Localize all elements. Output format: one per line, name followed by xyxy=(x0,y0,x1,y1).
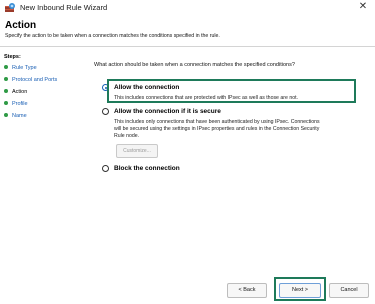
page-title: Action xyxy=(5,20,37,31)
step-label: Profile xyxy=(12,101,28,107)
step-indicator-dot xyxy=(4,112,8,117)
step-indicator-dot xyxy=(4,100,8,105)
steps-panel: Steps: Rule Type Protocol and Ports Acti… xyxy=(0,47,90,304)
step-protocol-ports[interactable]: Protocol and Ports xyxy=(4,75,57,85)
page-header: Action Specify the action to be taken wh… xyxy=(0,18,375,46)
description-line: Rule node. xyxy=(114,133,140,139)
step-indicator-dot xyxy=(4,88,8,93)
step-label: Action xyxy=(12,89,28,95)
radio-allow-if-secure[interactable] xyxy=(102,108,109,115)
step-indicator-dot xyxy=(4,76,8,81)
customize-button[interactable]: Customize... xyxy=(116,144,158,158)
description-line: This includes only connections that have… xyxy=(114,119,320,125)
option-label: Allow the connection if it is secure xyxy=(114,108,221,115)
page-subtitle: Specify the action to be taken when a co… xyxy=(5,33,220,39)
step-rule-type[interactable]: Rule Type xyxy=(4,63,37,73)
close-icon[interactable]: ✕ xyxy=(357,1,369,12)
option-label: Block the connection xyxy=(114,165,180,172)
step-label: Protocol and Ports xyxy=(12,77,58,83)
question-text: What action should be taken when a conne… xyxy=(94,62,295,68)
step-indicator-dot xyxy=(4,64,8,69)
back-button[interactable]: < Back xyxy=(227,283,267,298)
highlight-allow-connection xyxy=(107,79,356,103)
step-label: Name xyxy=(12,113,27,119)
step-label: Rule Type xyxy=(12,65,37,71)
main-content: What action should be taken when a conne… xyxy=(90,47,375,304)
option-description: This includes only connections that have… xyxy=(114,119,354,140)
step-profile[interactable]: Profile xyxy=(4,99,28,109)
step-action[interactable]: Action xyxy=(4,87,27,97)
description-line: will be secured using the settings in IP… xyxy=(114,126,320,132)
highlight-next-button xyxy=(274,277,326,301)
cancel-button[interactable]: Cancel xyxy=(329,283,369,298)
title-bar: New Inbound Rule Wizard ✕ xyxy=(0,0,375,18)
window-title: New Inbound Rule Wizard xyxy=(20,3,108,12)
steps-title: Steps: xyxy=(4,54,21,60)
firewall-wizard-icon xyxy=(5,3,15,12)
radio-block-connection[interactable] xyxy=(102,165,109,172)
step-name[interactable]: Name xyxy=(4,111,27,121)
